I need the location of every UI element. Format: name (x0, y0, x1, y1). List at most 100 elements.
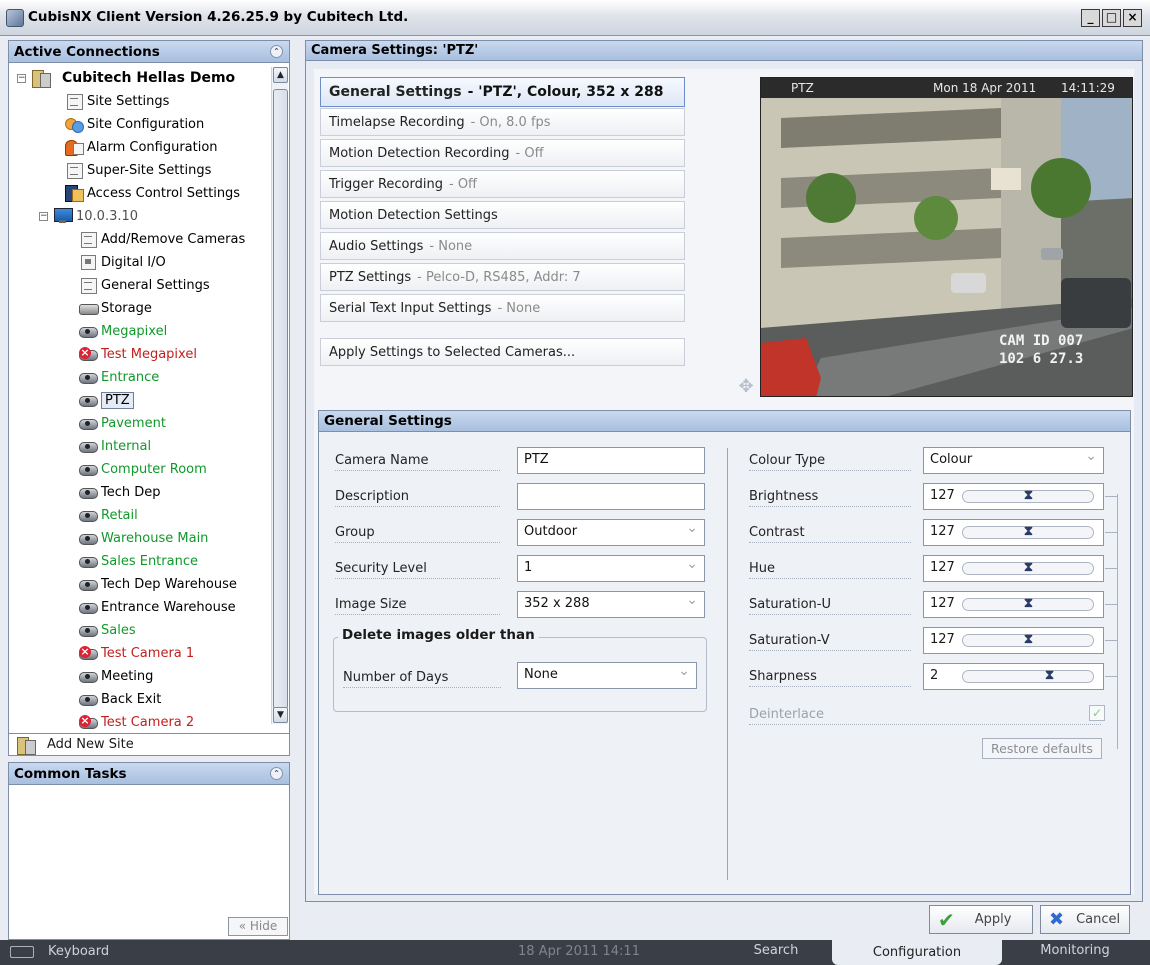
security-level-select[interactable]: 1 (517, 555, 705, 582)
tree-item-label: Digital I/O (101, 254, 166, 270)
slider-control[interactable]: 127 ⧗ (923, 483, 1104, 510)
tab-monitoring[interactable]: Monitoring (1005, 940, 1145, 965)
slider-handle-icon[interactable]: ⧗ (1023, 596, 1034, 613)
image-size-select[interactable]: 352 x 288 (517, 591, 705, 618)
maximize-button[interactable]: □ (1102, 9, 1121, 27)
slider-control[interactable]: 127 ⧗ (923, 555, 1104, 582)
tree-item[interactable]: Tech Dep Warehouse (79, 573, 237, 595)
slider-handle-icon[interactable]: ⧗ (1023, 632, 1034, 649)
collapse-chevron-icon[interactable]: ⌃ (270, 767, 283, 780)
tree-item[interactable]: Warehouse Main (79, 527, 208, 549)
slider-track[interactable]: ⧗ (962, 668, 1094, 685)
tree-item[interactable]: Retail (79, 504, 138, 526)
slider-label: Sharpness (749, 669, 911, 687)
slider-control[interactable]: 127 ⧗ (923, 519, 1104, 546)
tree-item[interactable]: Tech Dep (79, 481, 161, 503)
slider-handle-icon[interactable]: ⧗ (1023, 560, 1034, 577)
slider-track[interactable]: ⧗ (962, 488, 1094, 505)
hide-button[interactable]: « Hide (228, 917, 288, 936)
tree-item[interactable]: General Settings (79, 274, 210, 296)
settings-nav-item[interactable]: Trigger Recording - Off (320, 170, 685, 198)
nav-item-label: Motion Detection Recording (329, 145, 510, 161)
keyboard-icon[interactable] (10, 946, 34, 958)
settings-nav-item[interactable]: Timelapse Recording - On, 8.0 fps (320, 108, 685, 136)
tree-item[interactable]: Megapixel (79, 320, 167, 342)
alarm-icon (65, 139, 84, 156)
slider-handle-icon[interactable]: ⧗ (1044, 668, 1055, 685)
tree-item[interactable]: Entrance (79, 366, 159, 388)
restore-defaults-button[interactable]: Restore defaults (982, 738, 1102, 759)
tree-item[interactable]: Add/Remove Cameras (79, 228, 245, 250)
tree-item[interactable]: Entrance Warehouse (79, 596, 236, 618)
slider-handle-icon[interactable]: ⧗ (1023, 524, 1034, 541)
add-new-site-button[interactable]: Add New Site (9, 733, 289, 755)
slider-track[interactable]: ⧗ (962, 524, 1094, 541)
tree-item[interactable]: Super-Site Settings (65, 159, 211, 181)
move-icon[interactable]: ✥ (736, 377, 756, 397)
settings-nav-item[interactable]: General Settings - 'PTZ', Colour, 352 x 2… (320, 77, 685, 107)
slider-track[interactable]: ⧗ (962, 596, 1094, 613)
tree-item-label: Test Camera 1 (101, 645, 195, 661)
tree-item[interactable]: Storage (79, 297, 152, 319)
slider-handle-icon[interactable]: ⧗ (1023, 488, 1034, 505)
slider-label: Saturation-U (749, 597, 911, 615)
keyboard-label[interactable]: Keyboard (48, 944, 109, 959)
settings-nav-item[interactable]: PTZ Settings - Pelco-D, RS485, Addr: 7 (320, 263, 685, 291)
slider-track[interactable]: ⧗ (962, 560, 1094, 577)
close-button[interactable]: × (1123, 9, 1142, 27)
scroll-down-button[interactable]: ▼ (273, 707, 288, 723)
tree-item[interactable]: Test Camera 2 (79, 711, 194, 733)
colour-type-select[interactable]: Colour (923, 447, 1104, 474)
tree-item[interactable]: Access Control Settings (65, 182, 240, 204)
slider-control[interactable]: 127 ⧗ (923, 627, 1104, 654)
tree-item[interactable]: Sales (79, 619, 136, 641)
settings-nav-item[interactable]: Serial Text Input Settings - None (320, 294, 685, 322)
colour-type-label: Colour Type (749, 453, 911, 471)
tree-item[interactable]: Sales Entrance (79, 550, 198, 572)
tree-item-label: Pavement (101, 415, 166, 431)
settings-nav-item[interactable]: Motion Detection Settings (320, 201, 685, 229)
document-icon (65, 162, 83, 179)
tree-item[interactable]: Alarm Configuration (65, 136, 218, 158)
tree-item[interactable]: Back Exit (79, 688, 161, 710)
camera-name-input[interactable]: PTZ (517, 447, 705, 474)
collapse-expander-icon[interactable]: − (39, 211, 48, 221)
collapse-expander-icon[interactable]: − (17, 73, 26, 83)
slider-control[interactable]: 2 ⧗ (923, 663, 1104, 690)
tree-item[interactable]: Computer Room (79, 458, 207, 480)
tree-item[interactable]: Pavement (79, 412, 166, 434)
video-date: Mon 18 Apr 2011 (933, 81, 1037, 95)
camera-icon (79, 668, 98, 684)
apply-button[interactable]: ✔ Apply (929, 905, 1033, 934)
tree-item[interactable]: Meeting (79, 665, 153, 687)
tree-item[interactable]: PTZ (79, 389, 134, 411)
site-node[interactable]: − Cubitech Hellas Demo (17, 67, 235, 89)
scroll-up-button[interactable]: ▲ (273, 67, 288, 83)
collapse-chevron-icon[interactable]: ⌃ (270, 45, 283, 58)
number-of-days-select[interactable]: None (517, 662, 697, 689)
tree-item[interactable]: Test Camera 1 (79, 642, 194, 664)
tab-configuration[interactable]: Configuration (832, 940, 1002, 965)
description-input[interactable] (517, 483, 705, 510)
tree-item[interactable]: Site Configuration (65, 113, 204, 135)
apply-to-cameras-button[interactable]: Apply Settings to Selected Cameras... (320, 338, 685, 366)
scroll-thumb[interactable] (273, 89, 288, 709)
settings-nav-item[interactable]: Motion Detection Recording - Off (320, 139, 685, 167)
tree-scrollbar[interactable]: ▲ ▼ (271, 67, 288, 724)
cancel-button[interactable]: ✖ Cancel (1040, 905, 1130, 934)
group-select[interactable]: Outdoor (517, 519, 705, 546)
settings-nav-item[interactable]: Audio Settings - None (320, 232, 685, 260)
slider-track[interactable]: ⧗ (962, 632, 1094, 649)
tree-item[interactable]: Internal (79, 435, 151, 457)
camera-name-row: Camera Name PTZ (335, 447, 715, 477)
server-node[interactable]: − 10.0.3.10 (39, 205, 138, 227)
slider-control[interactable]: 127 ⧗ (923, 591, 1104, 618)
minimize-button[interactable]: _ (1081, 9, 1100, 27)
tab-search[interactable]: Search (720, 940, 832, 965)
tree-item[interactable]: Site Settings (65, 90, 169, 112)
tree-item[interactable]: Digital I/O (79, 251, 166, 273)
tree-item[interactable]: Test Megapixel (79, 343, 197, 365)
nav-item-label: Motion Detection Settings (329, 207, 498, 223)
deinterlace-checkbox[interactable]: ✓ (1089, 705, 1105, 721)
camera-video-preview[interactable]: PTZ Mon 18 Apr 2011 14:11:29 CAM ID 007 … (760, 77, 1133, 397)
